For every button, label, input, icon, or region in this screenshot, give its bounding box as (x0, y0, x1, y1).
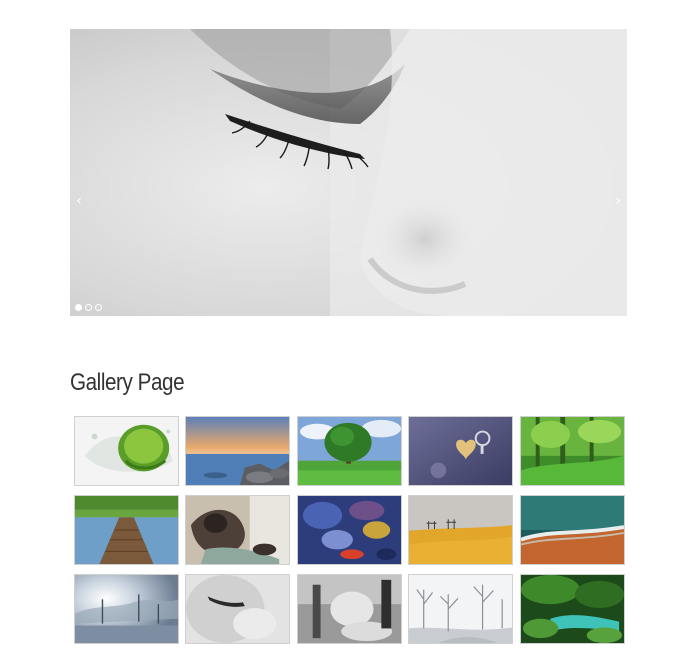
thumb-image (298, 575, 401, 643)
thumb-image (409, 417, 512, 485)
thumb-image (186, 417, 289, 485)
thumb-image (75, 496, 178, 564)
gallery-thumb-bw-figure[interactable] (297, 574, 402, 644)
thumb-image (409, 575, 512, 643)
thumb-image (521, 575, 624, 643)
gallery-thumb-frosty-morning[interactable] (74, 574, 179, 644)
gallery-thumb-forest-stream[interactable] (520, 574, 625, 644)
thumb-image (186, 575, 289, 643)
chevron-left-icon: ‹ (76, 193, 82, 209)
chevron-right-icon: › (615, 193, 621, 209)
slider-pagination (75, 304, 102, 311)
thumb-image (75, 575, 178, 643)
gallery-thumb-face-closeup[interactable] (185, 574, 290, 644)
slider-dot-1[interactable] (75, 304, 82, 311)
slider-prev-button[interactable]: ‹ (72, 189, 86, 213)
thumb-image (521, 496, 624, 564)
gallery-thumb-tree-field[interactable] (297, 416, 402, 486)
gallery-thumb-woman-bed[interactable] (185, 495, 290, 565)
gallery-thumb-sunset-coast[interactable] (185, 416, 290, 486)
gallery-thumb-beach-aerial[interactable] (520, 495, 625, 565)
gallery-thumb-green-forest[interactable] (520, 416, 625, 486)
slider-next-button[interactable]: › (611, 189, 625, 213)
image-slider[interactable]: ‹ › (70, 29, 627, 316)
thumb-image (409, 496, 512, 564)
gallery-thumb-lime-splash[interactable] (74, 416, 179, 486)
gallery-thumb-pier-lake[interactable] (74, 495, 179, 565)
thumb-image (521, 417, 624, 485)
slider-dot-3[interactable] (95, 304, 102, 311)
thumb-image (298, 417, 401, 485)
gallery-thumb-snowy-trees[interactable] (408, 574, 513, 644)
thumb-image (298, 496, 401, 564)
thumb-image (186, 496, 289, 564)
slider-dot-2[interactable] (85, 304, 92, 311)
thumb-image (75, 417, 178, 485)
page: ‹ › Gallery Page (0, 0, 698, 668)
gallery-thumb-heart-lock[interactable] (408, 416, 513, 486)
gallery-thumb-koi-pond[interactable] (297, 495, 402, 565)
slide-image-closeup-face (70, 29, 627, 316)
gallery-title: Gallery Page (70, 369, 185, 396)
gallery-thumb-desert-chairs[interactable] (408, 495, 513, 565)
